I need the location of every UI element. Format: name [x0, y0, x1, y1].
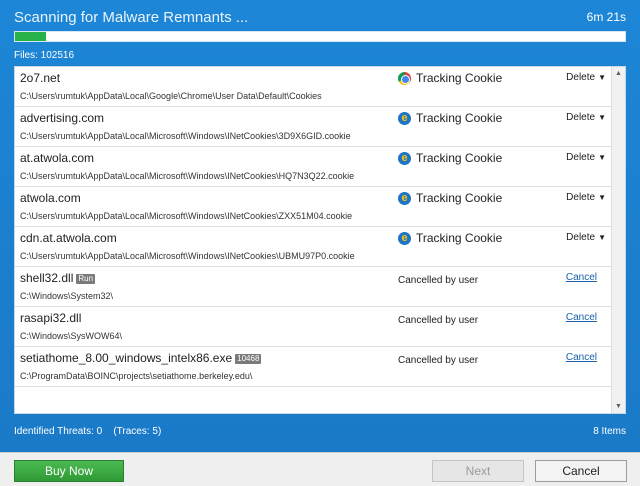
result-path: C:\Windows\SysWOW64\ [20, 331, 123, 341]
result-path: C:\ProgramData\BOINC\projects\setiathome… [20, 371, 253, 381]
process-tag: Run [76, 274, 96, 284]
result-row[interactable]: cdn.at.atwola.com C:\Users\rumtuk\AppData… [15, 227, 611, 267]
result-name-text: setiathome_8.00_windows_intelx86.exe [20, 351, 233, 365]
threat-type: e Tracking Cookie [398, 111, 502, 125]
caret-down-icon: ▼ [598, 153, 606, 162]
result-name-text: advertising.com [20, 111, 105, 125]
result-name: cdn.at.atwola.com [20, 231, 117, 245]
result-row[interactable]: advertising.com C:\Users\rumtuk\AppData\L… [15, 107, 611, 147]
result-row[interactable]: rasapi32.dll C:\Windows\SysWOW64\ Cancelle… [15, 307, 611, 347]
result-path: C:\Users\rumtuk\AppData\Local\Google\Chr… [20, 91, 322, 101]
threat-type: e Tracking Cookie [398, 191, 502, 205]
result-name-text: rasapi32.dll [20, 311, 82, 325]
result-path: C:\Users\rumtuk\AppData\Local\Microsoft\… [20, 211, 353, 221]
delete-dropdown[interactable]: Delete ▼ [566, 152, 606, 163]
result-path: C:\Users\rumtuk\AppData\Local\Microsoft\… [20, 251, 355, 261]
delete-dropdown[interactable]: Delete ▼ [566, 112, 606, 123]
next-button[interactable]: Next [432, 460, 524, 482]
result-row[interactable]: shell32.dll Run C:\Windows\System32\ Cancel… [15, 267, 611, 307]
threat-type: Tracking Cookie [398, 71, 502, 85]
threat-label: Tracking Cookie [416, 191, 503, 205]
result-name: 2o7.net [20, 71, 60, 85]
threat-summary: Identified Threats: 0 (Traces: 5) [14, 426, 161, 437]
internet-explorer-icon: e [398, 191, 411, 205]
scan-title: Scanning for Malware Remnants ... [14, 9, 249, 26]
traces-count: (Traces: 5) [113, 426, 162, 437]
delete-dropdown-label: Delete [566, 232, 596, 243]
results-scrollbar[interactable]: ▲ ▼ [611, 67, 625, 413]
threat-label: Tracking Cookie [416, 111, 503, 125]
scroll-down-icon[interactable]: ▼ [615, 403, 622, 410]
threat-type: e Tracking Cookie [398, 151, 502, 165]
internet-explorer-icon: e [398, 231, 411, 245]
scan-progress-fill [15, 32, 46, 41]
result-row[interactable]: at.atwola.com C:\Users\rumtuk\AppData\Loc… [15, 147, 611, 187]
result-name-text: cdn.at.atwola.com [20, 231, 117, 245]
result-name-text: at.atwola.com [20, 151, 95, 165]
threat-label: Tracking Cookie [416, 151, 503, 165]
delete-dropdown[interactable]: Delete ▼ [566, 192, 606, 203]
files-count: Files: 102516 [14, 50, 75, 61]
delete-dropdown[interactable]: Delete ▼ [566, 232, 606, 243]
result-name-text: 2o7.net [20, 71, 61, 85]
internet-explorer-icon: e [398, 111, 411, 125]
scroll-up-icon[interactable]: ▲ [615, 70, 622, 77]
result-row[interactable]: atwola.com C:\Users\rumtuk\AppData\Local\… [15, 187, 611, 227]
cancel-link[interactable]: Cancel [566, 352, 597, 363]
result-name: setiathome_8.00_windows_intelx86.exe 1046… [20, 351, 262, 365]
result-path: C:\Users\rumtuk\AppData\Local\Microsoft\… [20, 171, 355, 181]
caret-down-icon: ▼ [598, 73, 606, 82]
result-path: C:\Users\rumtuk\AppData\Local\Microsoft\… [20, 131, 351, 141]
result-name: shell32.dll Run [20, 271, 96, 285]
result-row[interactable]: 2o7.net C:\Users\rumtuk\AppData\Local\Goo… [15, 67, 611, 107]
result-name-text: shell32.dll [20, 271, 74, 285]
delete-dropdown-label: Delete [566, 72, 596, 83]
result-name-text: atwola.com [20, 191, 81, 205]
delete-dropdown[interactable]: Delete ▼ [566, 72, 606, 83]
result-row[interactable]: setiathome_8.00_windows_intelx86.exe 1046… [15, 347, 611, 387]
elapsed-timer: 6m 21s [586, 10, 626, 24]
internet-explorer-icon: e [398, 151, 411, 165]
process-tag: 10468 [235, 354, 262, 364]
threat-label: Tracking Cookie [416, 71, 503, 85]
scan-progress-bar [14, 31, 626, 42]
result-status: Cancelled by user [398, 275, 479, 286]
delete-dropdown-label: Delete [566, 152, 596, 163]
cancel-link[interactable]: Cancel [566, 312, 597, 323]
chrome-icon [398, 71, 411, 85]
delete-dropdown-label: Delete [566, 192, 596, 203]
button-bar: Buy Now Next Cancel [0, 452, 640, 486]
result-path: C:\Windows\System32\ [20, 291, 114, 301]
threat-label: Tracking Cookie [416, 231, 503, 245]
identified-threats-count: Identified Threats: 0 [14, 426, 103, 437]
results-list: 2o7.net C:\Users\rumtuk\AppData\Local\Goo… [14, 66, 626, 414]
items-count: 8 Items [593, 426, 626, 437]
scan-header: Scanning for Malware Remnants ... 6m 21s… [0, 0, 640, 452]
result-name: rasapi32.dll [20, 311, 81, 325]
buy-now-button[interactable]: Buy Now [14, 460, 124, 482]
cancel-link[interactable]: Cancel [566, 272, 597, 283]
result-name: at.atwola.com [20, 151, 94, 165]
caret-down-icon: ▼ [598, 113, 606, 122]
caret-down-icon: ▼ [598, 193, 606, 202]
caret-down-icon: ▼ [598, 233, 606, 242]
result-name: atwola.com [20, 191, 81, 205]
result-status: Cancelled by user [398, 355, 479, 366]
cancel-button[interactable]: Cancel [535, 460, 627, 482]
delete-dropdown-label: Delete [566, 112, 596, 123]
result-status: Cancelled by user [398, 315, 479, 326]
result-name: advertising.com [20, 111, 104, 125]
threat-type: e Tracking Cookie [398, 231, 502, 245]
